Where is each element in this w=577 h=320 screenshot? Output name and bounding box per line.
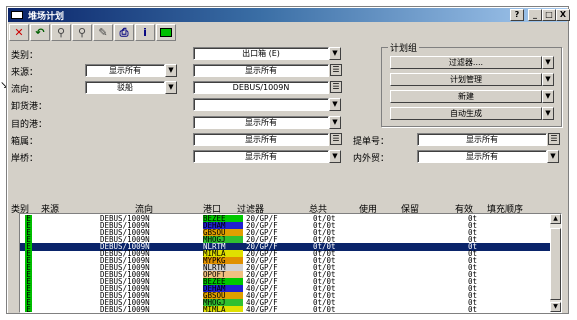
delete-tool-icon[interactable]: ✕: [9, 24, 29, 41]
plan-manage-button[interactable]: 计划管理: [390, 73, 542, 86]
discharge-port-label: 卸货港：: [11, 102, 48, 112]
new-button[interactable]: 新建: [390, 90, 542, 103]
source-grid-icon[interactable]: ☰: [330, 64, 342, 76]
title-bar[interactable]: 堆场计划 ? _ □ X: [8, 8, 570, 22]
crane-label: 岸桥：: [11, 154, 39, 164]
destination-select[interactable]: 显示所有: [193, 116, 329, 129]
print-tool-icon[interactable]: ⎙: [114, 24, 134, 41]
help-button[interactable]: ?: [510, 9, 524, 21]
edit-tool-icon[interactable]: ✎: [93, 24, 113, 41]
box-owner-field[interactable]: 显示所有: [193, 133, 329, 146]
crane-select[interactable]: 显示所有: [193, 150, 329, 163]
filter-dropdown-icon[interactable]: [542, 56, 554, 69]
auto-generate-button[interactable]: 自动生成: [390, 107, 542, 120]
scroll-thumb[interactable]: [550, 228, 561, 300]
find-tool-icon[interactable]: ⚲: [72, 24, 92, 41]
box-owner-label: 箱属：: [11, 137, 39, 147]
direction-label: 流向：: [11, 85, 39, 95]
total-cell: 0t/0t: [313, 306, 336, 313]
filter-cell: 40/GP/F: [246, 306, 278, 313]
vertical-scrollbar[interactable]: ▲ ▼: [550, 214, 561, 312]
minimize-button[interactable]: _: [528, 9, 542, 21]
flow-cell: DEBUS/1009N: [100, 306, 150, 313]
discharge-port-dropdown-icon[interactable]: [329, 98, 341, 111]
valid-cell: 0t: [468, 306, 478, 313]
port-cell: MIMLA: [203, 306, 243, 312]
scroll-up-icon[interactable]: ▲: [550, 214, 561, 224]
box-owner-grid-icon[interactable]: ☰: [330, 133, 342, 145]
voyage-field[interactable]: DEBUS/1009N: [193, 81, 329, 94]
destination-label: 目的港：: [11, 120, 48, 130]
discharge-port-select[interactable]: [193, 98, 329, 111]
kind-cell: E: [25, 306, 32, 313]
close-button[interactable]: X: [556, 9, 570, 21]
trade-label: 内外贸：: [353, 154, 390, 164]
category-select[interactable]: 出口箱 (E): [193, 47, 329, 60]
auto-generate-dropdown-icon[interactable]: [542, 107, 554, 120]
bill-grid-icon[interactable]: ☰: [548, 133, 560, 145]
window-title: 堆场计划: [28, 12, 65, 22]
table-row[interactable]: E DEBUS/1009N MIMLA 40/GP/F 0t/0t 0t: [20, 306, 550, 313]
source-dropdown-icon[interactable]: [165, 64, 177, 77]
plan-manage-dropdown-icon[interactable]: [542, 73, 554, 86]
trade-dropdown-icon[interactable]: [547, 150, 559, 163]
undo-tool-icon[interactable]: ↶: [30, 24, 50, 41]
maximize-button[interactable]: □: [542, 9, 556, 21]
direction-select[interactable]: 驳船: [85, 81, 165, 94]
window-icon: [11, 11, 23, 19]
category-label: 类别：: [11, 51, 39, 61]
plan-table: E DEBUS/1009N BEZEE 20/GP/F 0t/0t 0t E DEBUS/10…: [19, 213, 562, 313]
status-tool-icon[interactable]: [156, 24, 176, 41]
crane-dropdown-icon[interactable]: [329, 150, 341, 163]
plan-group-title: 计划组: [388, 41, 420, 54]
pin-tool-icon[interactable]: ⚲: [51, 24, 71, 41]
trade-select[interactable]: 显示所有: [417, 150, 547, 163]
new-dropdown-icon[interactable]: [542, 90, 554, 103]
direction-dropdown-icon[interactable]: [165, 81, 177, 94]
scroll-down-icon[interactable]: ▼: [550, 302, 561, 312]
voyage-grid-icon[interactable]: ☰: [330, 81, 342, 93]
source-select[interactable]: 显示所有: [85, 64, 165, 77]
source-label: 来源：: [11, 68, 39, 78]
bill-label: 提单号：: [353, 137, 390, 147]
toolbar: ✕ ↶ ⚲ ⚲ ✎ ⎙ i: [9, 24, 409, 42]
filter-button[interactable]: 过滤器....: [390, 56, 542, 69]
yard-plan-window: 堆场计划 ? _ □ X ✕ ↶ ⚲ ⚲ ✎ ⎙ i 类别： 出口箱 (E) 来…: [6, 6, 570, 314]
category-dropdown-icon[interactable]: [329, 47, 341, 60]
info-tool-icon[interactable]: i: [135, 24, 155, 41]
destination-dropdown-icon[interactable]: [329, 116, 341, 129]
bill-field[interactable]: 显示所有: [417, 133, 547, 146]
plan-group-box: 计划组 过滤器.... 计划管理 新建 自动生成: [381, 41, 562, 127]
source-filter-field[interactable]: 显示所有: [193, 64, 329, 77]
